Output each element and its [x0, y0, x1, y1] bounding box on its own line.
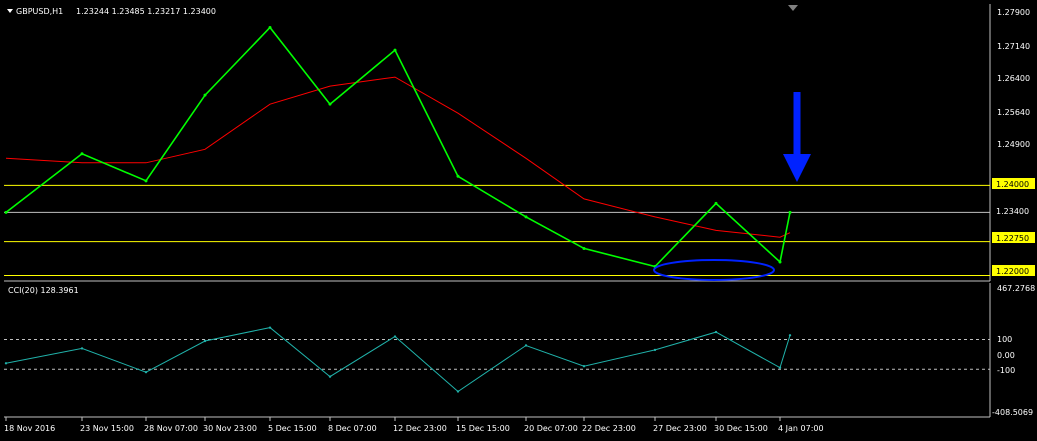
time-tick-label: 30 Nov 23:00 [203, 424, 257, 433]
price-point [778, 260, 782, 264]
cci-point [788, 334, 792, 337]
level-label-box: 1.22000 [992, 265, 1035, 276]
time-tick-label: 28 Nov 07:00 [144, 424, 198, 433]
cci-point [524, 344, 528, 347]
price-point [80, 152, 84, 156]
level-label-box: 1.24000 [992, 178, 1035, 189]
time-tick-label: 20 Dec 07:00 [524, 424, 578, 433]
cci-point [268, 326, 272, 329]
time-tick-label: 27 Dec 23:00 [653, 424, 707, 433]
cci-point [4, 362, 8, 365]
ohlc-values: 1.23244 1.23485 1.23217 1.23400 [76, 7, 216, 16]
time-tick-label: 5 Dec 15:00 [268, 424, 317, 433]
level-label-1-22750: 1.22750 [996, 234, 1029, 243]
cci-point [144, 370, 148, 374]
cci-point [456, 390, 460, 393]
price-point [714, 201, 718, 205]
price-point [268, 26, 272, 30]
time-tick-label: 22 Dec 23:00 [582, 424, 636, 433]
time-tick-label: 15 Dec 15:00 [456, 424, 510, 433]
chart-window: GBPUSD,H1 1.23244 1.23485 1.23217 1.2340… [0, 0, 1037, 441]
cci-level-label: 0.00 [997, 351, 1015, 360]
cci-level-label: 100 [997, 335, 1012, 344]
price-point [328, 102, 332, 106]
cci-point [393, 335, 397, 338]
cci-level-label: -100 [997, 366, 1015, 375]
price-point [203, 93, 207, 97]
price-point [4, 210, 8, 214]
cci-max-label: 467.2768 [997, 284, 1035, 293]
time-tick-label: 18 Nov 2016 [4, 424, 55, 433]
price-point [393, 48, 397, 52]
cci-point [582, 365, 586, 368]
level-label-1-22000: 1.22000 [996, 267, 1029, 276]
cci-point [714, 330, 718, 334]
time-tick-label: 4 Jan 07:00 [778, 424, 824, 433]
price-tick-label: 1.27140 [997, 42, 1030, 51]
price-tick-label: 1.26400 [997, 74, 1030, 83]
cci-min-label: -408.5069 [992, 408, 1033, 417]
cci-point [80, 347, 84, 350]
level-label-box: 1.23400 [992, 205, 1035, 216]
price-point [788, 210, 792, 214]
price-point [582, 246, 586, 250]
cci-point [203, 339, 207, 343]
price-tick-label: 1.25640 [997, 108, 1030, 117]
cci-point [653, 348, 657, 352]
level-label-1-24000: 1.24000 [996, 180, 1029, 189]
price-point [456, 174, 460, 178]
price-point [524, 215, 528, 219]
cci-point [778, 366, 782, 369]
price-tick-label: 1.24900 [997, 140, 1030, 149]
time-tick-label: 12 Dec 23:00 [393, 424, 447, 433]
level-label-1-23400: 1.23400 [996, 207, 1029, 216]
symbol-label: GBPUSD,H1 [16, 7, 63, 16]
cci-point [328, 375, 332, 378]
time-tick-label: 8 Dec 07:00 [328, 424, 377, 433]
level-label-box: 1.22750 [992, 232, 1035, 243]
cci-label: CCI(20) 128.3961 [8, 286, 79, 295]
price-tick-label: 1.27900 [997, 8, 1030, 17]
time-tick-label: 23 Nov 15:00 [80, 424, 134, 433]
price-point [144, 179, 148, 183]
time-tick-label: 30 Dec 15:00 [714, 424, 768, 433]
